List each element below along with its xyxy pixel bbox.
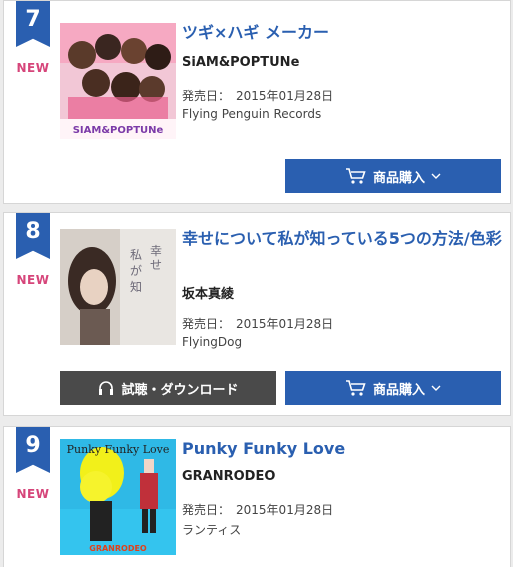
ranking-entry: 9 NEW Punky Funky Love GRANRODEO Punky F… — [3, 426, 511, 567]
track-title[interactable]: 幸せについて私が知っている5つの方法/色彩 — [182, 227, 502, 251]
buy-button[interactable]: 商品購入 — [285, 159, 501, 193]
svg-text:が: が — [130, 263, 142, 278]
listen-download-button[interactable]: 試聴・ダウンロード — [60, 371, 276, 405]
release-date-label: 発売日： — [182, 503, 231, 517]
chevron-down-icon — [431, 385, 441, 391]
artist-name[interactable]: 坂本真綾 — [182, 283, 234, 302]
rank-badge: 8 — [16, 213, 50, 259]
album-jacket[interactable]: SIAM&POPTUNe — [60, 23, 176, 139]
rank-badge: 7 — [16, 1, 50, 47]
ranking-entry: 7 NEW SIAM&POPTUNe ツギ×ハギ メーカー SiAM&POPTU… — [3, 0, 511, 204]
release-date-value: 2015年01月28日 — [236, 317, 334, 331]
record-label: Flying Penguin Records — [182, 107, 322, 121]
release-date-value: 2015年01月28日 — [236, 89, 334, 103]
new-badge: NEW — [16, 487, 50, 501]
release-date-label: 発売日： — [182, 89, 231, 103]
svg-text:せ: せ — [150, 258, 162, 272]
artist-name[interactable]: SiAM&POPTUNe — [182, 55, 299, 70]
jacket-logo: GRANRODEO — [89, 544, 147, 553]
ranking-entry: 8 NEW 幸 せ 私 が 知 幸せについて私が知っている5つの方法/色彩 坂本… — [3, 212, 511, 416]
release-date: 発売日： 2015年01月28日 — [182, 501, 333, 518]
new-badge: NEW — [16, 273, 50, 287]
album-jacket[interactable]: Punky Funky Love GRANRODEO — [60, 439, 176, 555]
release-date: 発売日： 2015年01月28日 — [182, 87, 333, 104]
release-date: 発売日： 2015年01月28日 — [182, 315, 333, 332]
release-date-value: 2015年01月28日 — [236, 503, 334, 517]
headphones-icon — [99, 381, 114, 395]
svg-text:知: 知 — [130, 280, 142, 294]
listen-download-label: 試聴・ダウンロード — [121, 382, 239, 398]
cart-icon — [345, 168, 366, 184]
buy-button[interactable]: 商品購入 — [285, 371, 501, 405]
artist-name[interactable]: GRANRODEO — [182, 469, 275, 484]
new-badge: NEW — [16, 61, 50, 75]
svg-text:私: 私 — [130, 248, 142, 262]
release-date-label: 発売日： — [182, 317, 231, 331]
track-title[interactable]: Punky Funky Love — [182, 437, 502, 461]
buy-button-label: 商品購入 — [372, 382, 425, 398]
chevron-down-icon — [431, 173, 441, 179]
rank-badge: 9 — [16, 427, 50, 473]
jacket-title: Punky Funky Love — [67, 443, 170, 456]
jacket-logo: SIAM&POPTUNe — [73, 125, 164, 136]
album-jacket[interactable]: 幸 せ 私 が 知 — [60, 229, 176, 345]
cart-icon — [345, 380, 366, 396]
jacket-calligraphy: 幸 — [150, 244, 162, 258]
buy-button-label: 商品購入 — [372, 170, 425, 186]
record-label: ランティス — [182, 523, 242, 537]
record-label: FlyingDog — [182, 335, 243, 349]
track-title[interactable]: ツギ×ハギ メーカー — [182, 21, 502, 45]
